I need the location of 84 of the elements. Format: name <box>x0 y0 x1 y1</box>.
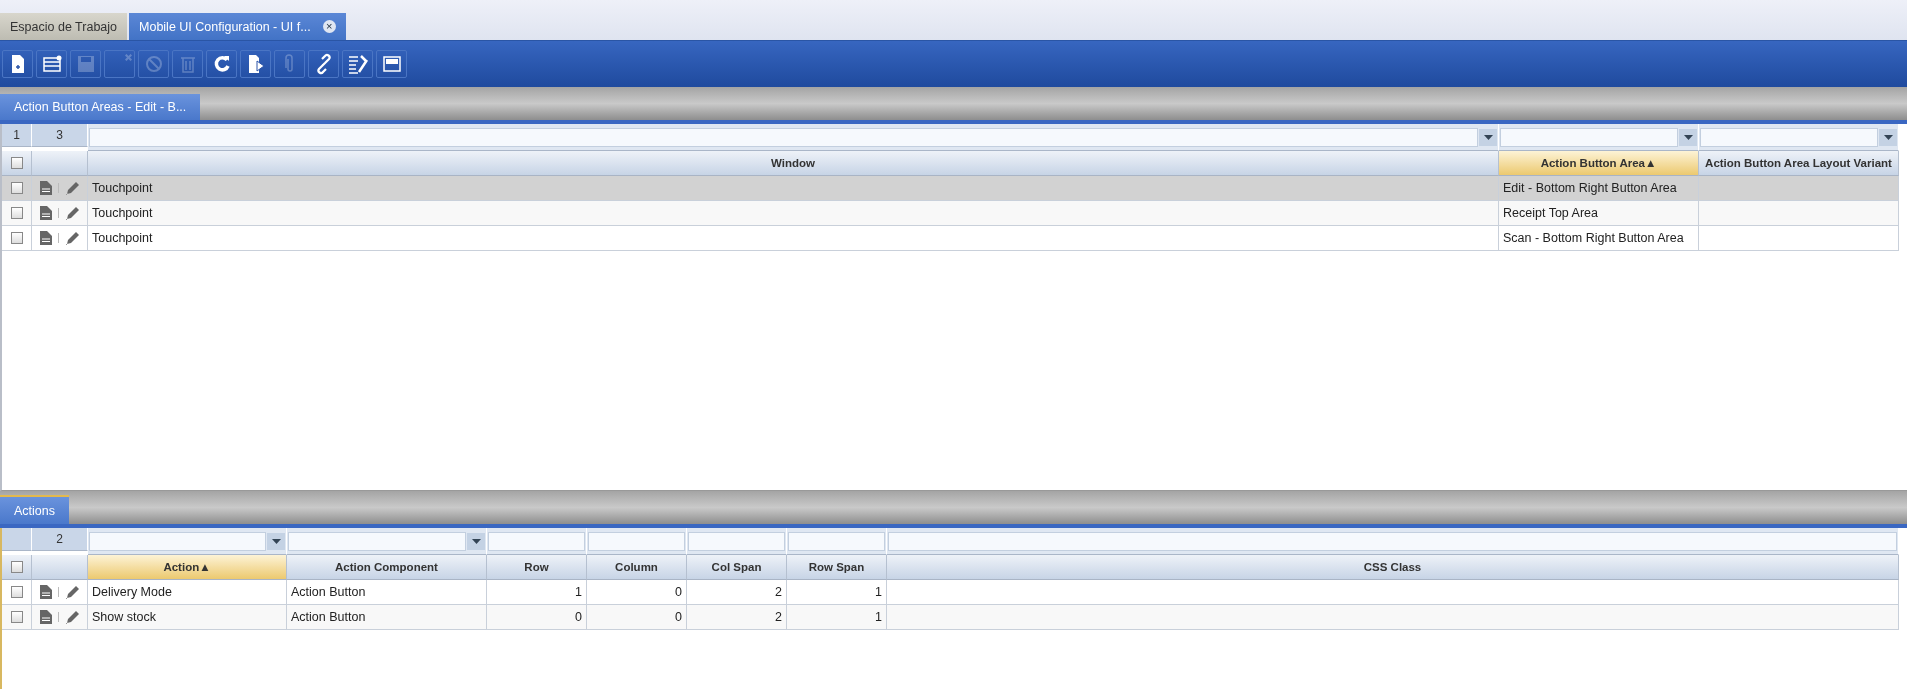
window-icon <box>380 53 403 75</box>
row-count: 3 <box>32 124 88 147</box>
toolbar-button[interactable] <box>36 50 67 78</box>
filter-field[interactable] <box>688 531 785 551</box>
filter-field[interactable] <box>588 531 685 551</box>
pencil-icon[interactable] <box>64 205 80 221</box>
pencil-icon[interactable] <box>64 584 80 600</box>
selected-count: 1 <box>2 124 32 147</box>
table-cell: Show stock <box>88 605 287 630</box>
select-all-checkbox[interactable] <box>10 561 23 573</box>
column-header[interactable]: Action Button Area▲ <box>1499 151 1699 176</box>
section-tab[interactable]: Actions <box>0 495 69 524</box>
window-tab[interactable]: Mobile UI Configuration - UI f... × <box>129 13 346 40</box>
caret-icon <box>271 538 281 544</box>
filter-field[interactable] <box>488 531 585 551</box>
toolbar-button[interactable] <box>376 50 407 78</box>
column-header[interactable]: Action Component <box>287 555 487 580</box>
table-cell: 0 <box>587 580 687 605</box>
column-header[interactable]: Column <box>587 555 687 580</box>
dropdown-button[interactable] <box>1479 128 1497 146</box>
table-cell: 1 <box>787 580 887 605</box>
document-icon[interactable] <box>39 181 52 195</box>
window-tab[interactable]: Espacio de Trabajo <box>0 13 127 40</box>
row-checkbox[interactable] <box>10 611 23 623</box>
document-icon[interactable] <box>39 231 52 245</box>
row-checkbox[interactable] <box>10 207 23 219</box>
toolbar-button[interactable] <box>308 50 339 78</box>
caret-icon <box>1883 134 1893 140</box>
table-cell: Scan - Bottom Right Button Area <box>1499 226 1699 251</box>
row-count: 2 <box>32 528 88 551</box>
table-cell: 2 <box>687 605 787 630</box>
toolbar-button[interactable] <box>240 50 271 78</box>
column-header[interactable]: CSS Class <box>887 555 1899 580</box>
pencil-icon[interactable] <box>64 609 80 625</box>
filter-field[interactable] <box>288 531 466 551</box>
pencil-icon[interactable] <box>64 180 80 196</box>
column-header[interactable]: Col Span <box>687 555 787 580</box>
table-cell: Action Button <box>287 605 487 630</box>
caret-icon <box>1483 134 1493 140</box>
tools-icon <box>346 53 369 75</box>
document-icon[interactable] <box>39 585 52 599</box>
table-cell: Receipt Top Area <box>1499 201 1699 226</box>
filter-field[interactable] <box>788 531 885 551</box>
dropdown-button[interactable] <box>267 532 285 550</box>
pencil-icon[interactable] <box>64 230 80 246</box>
filter-field[interactable] <box>89 531 266 551</box>
dropdown-button[interactable] <box>1879 128 1897 146</box>
toolbar-button[interactable] <box>206 50 237 78</box>
table-cell: 1 <box>787 605 887 630</box>
column-header[interactable]: Row <box>487 555 587 580</box>
filter-field[interactable] <box>1500 127 1678 147</box>
table-cell: 1 <box>487 580 587 605</box>
select-all-checkbox[interactable] <box>10 157 23 169</box>
section-tab[interactable]: Action Button Areas - Edit - B... <box>0 94 201 120</box>
document-icon[interactable] <box>39 610 52 624</box>
column-header[interactable]: Row Span <box>787 555 887 580</box>
column-header[interactable]: Action Button Area Layout Variant <box>1699 151 1899 176</box>
table-cell: Action Button <box>287 580 487 605</box>
column-header[interactable]: Window <box>88 151 1499 176</box>
caret-icon <box>1683 134 1693 140</box>
column-header[interactable]: Action▲ <box>88 555 287 580</box>
row-checkbox[interactable] <box>10 182 23 194</box>
row-checkbox[interactable] <box>10 232 23 244</box>
table-cell: 0 <box>587 605 687 630</box>
form-icon <box>40 53 63 75</box>
close-icon[interactable]: × <box>322 20 336 33</box>
table-cell: 2 <box>687 580 787 605</box>
filter-field[interactable] <box>89 127 1478 147</box>
table-cell: Edit - Bottom Right Button Area <box>1499 176 1699 201</box>
dropdown-button[interactable] <box>467 532 485 550</box>
table-cell: Touchpoint <box>88 226 1499 251</box>
table-cell: 0 <box>487 605 587 630</box>
filter-field[interactable] <box>1700 127 1878 147</box>
caret-icon <box>471 538 481 544</box>
table-cell: Touchpoint <box>88 201 1499 226</box>
cross-icon <box>125 53 132 61</box>
toolbar-button[interactable] <box>342 50 373 78</box>
table-cell: Delivery Mode <box>88 580 287 605</box>
table-cell: Touchpoint <box>88 176 1499 201</box>
toolbar-button[interactable] <box>2 50 33 78</box>
row-checkbox[interactable] <box>10 586 23 598</box>
document-icon[interactable] <box>39 206 52 220</box>
dropdown-button[interactable] <box>1679 128 1697 146</box>
filter-field[interactable] <box>888 531 1897 551</box>
